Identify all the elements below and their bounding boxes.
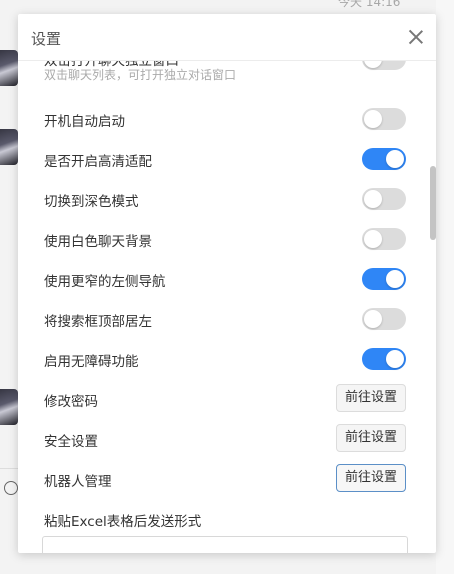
- setting-label: 使用更窄的左侧导航: [44, 274, 166, 290]
- toggle-knob: [386, 150, 404, 168]
- setting-row: 使用白色聊天背景: [44, 223, 408, 255]
- setting-label: 开机自动启动: [44, 114, 125, 130]
- setting-row: 是否开启高清适配: [44, 143, 408, 175]
- divider: [0, 468, 20, 469]
- dialog-header: 设置: [18, 14, 436, 61]
- setting-row-password: 修改密码 前往设置: [44, 383, 408, 415]
- avatar[interactable]: [0, 50, 18, 86]
- setting-row: 切换到深色模式: [44, 183, 408, 215]
- go-settings-button[interactable]: 前往设置: [336, 384, 406, 412]
- setting-label: 修改密码: [44, 394, 98, 410]
- toggle-knob: [364, 310, 382, 328]
- toggle-switch[interactable]: [362, 268, 406, 290]
- setting-row-double-click: 双击打开聊天独立窗口 双击聊天列表，可打开独立对话窗口: [44, 61, 408, 88]
- toggle-switch[interactable]: [362, 108, 406, 130]
- toggle-switch[interactable]: [362, 228, 406, 250]
- toggle-knob: [364, 61, 382, 68]
- setting-label: 切换到深色模式: [44, 194, 139, 210]
- emoji-icon[interactable]: [4, 481, 18, 495]
- setting-row: 将搜索框顶部居左: [44, 303, 408, 335]
- settings-dialog: 设置 双击打开聊天独立窗口 双击聊天列表，可打开独立对话窗口 开机自动启动 是否…: [18, 14, 436, 553]
- background-timestamp: 今天 14:16: [338, 0, 401, 9]
- toggle-switch[interactable]: [362, 348, 406, 370]
- setting-row: 启用无障碍功能: [44, 343, 408, 375]
- setting-label: 将搜索框顶部居左: [44, 314, 152, 330]
- setting-label: 使用白色聊天背景: [44, 234, 152, 250]
- setting-row: 使用更窄的左侧导航: [44, 263, 408, 295]
- dialog-title: 设置: [31, 30, 62, 48]
- background-edge: [436, 0, 454, 574]
- setting-label: 安全设置: [44, 434, 98, 450]
- setting-label: 粘贴Excel表格后发送形式: [44, 514, 202, 530]
- avatar[interactable]: [0, 389, 18, 425]
- avatar[interactable]: [0, 129, 18, 165]
- toggle-knob: [364, 230, 382, 248]
- setting-label: 启用无障碍功能: [44, 354, 139, 370]
- paste-format-select[interactable]: [42, 536, 408, 553]
- setting-label: 机器人管理: [44, 474, 112, 490]
- toggle-knob: [386, 350, 404, 368]
- setting-row-robot: 机器人管理 前往设置: [44, 463, 408, 495]
- toggle-switch[interactable]: [362, 188, 406, 210]
- toggle-switch[interactable]: [362, 61, 406, 70]
- setting-row: 开机自动启动: [44, 103, 408, 135]
- scrollbar-thumb[interactable]: [430, 166, 436, 240]
- close-icon[interactable]: [408, 29, 424, 45]
- go-settings-button[interactable]: 前往设置: [336, 424, 406, 452]
- toggle-knob: [364, 190, 382, 208]
- go-settings-button[interactable]: 前往设置: [336, 464, 406, 492]
- setting-row-security: 安全设置 前往设置: [44, 423, 408, 455]
- setting-description: 双击聊天列表，可打开独立对话窗口: [44, 68, 237, 82]
- setting-label: 是否开启高清适配: [44, 154, 152, 170]
- toggle-switch[interactable]: [362, 308, 406, 330]
- toggle-knob: [386, 270, 404, 288]
- toggle-knob: [364, 110, 382, 128]
- setting-row-paste-excel: 粘贴Excel表格后发送形式: [44, 503, 408, 535]
- settings-list[interactable]: 双击打开聊天独立窗口 双击聊天列表，可打开独立对话窗口 开机自动启动 是否开启高…: [18, 61, 436, 553]
- toggle-switch[interactable]: [362, 148, 406, 170]
